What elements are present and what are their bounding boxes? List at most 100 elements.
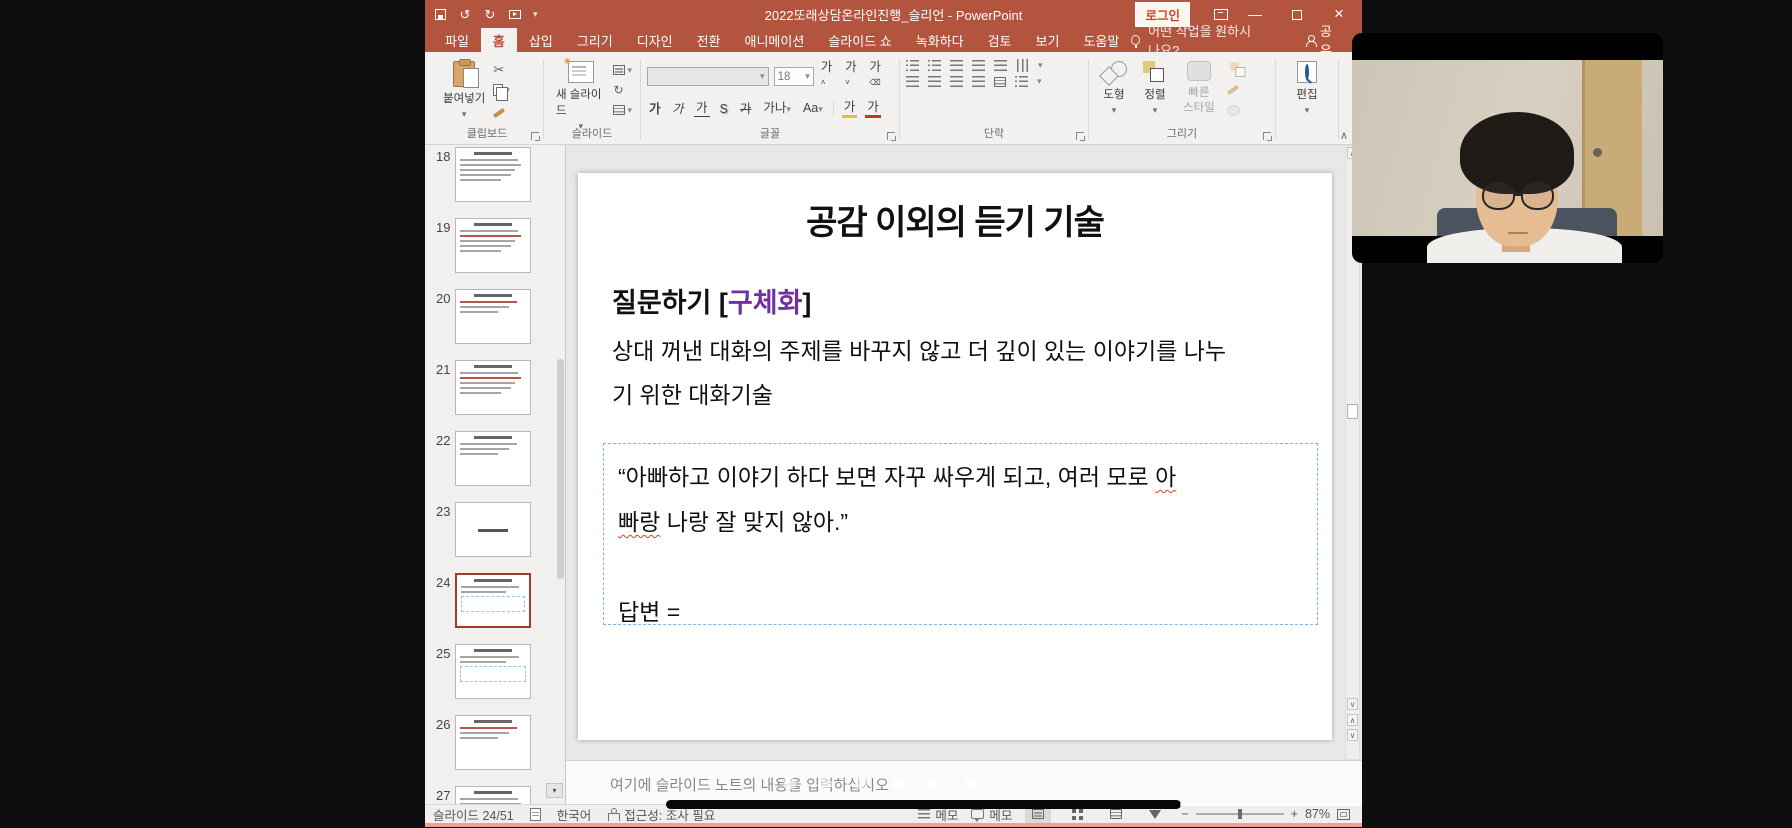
align-center-icon[interactable] [928, 76, 941, 87]
slide-heading[interactable]: 질문하기 [구체화] [612, 281, 811, 320]
tab-view[interactable]: 보기 [1024, 28, 1072, 52]
zoom-level[interactable]: 87% [1305, 807, 1330, 821]
italic-button[interactable]: 가 [669, 101, 689, 117]
spell-check-icon[interactable] [530, 808, 541, 821]
convert-smartart-icon[interactable] [1015, 76, 1028, 87]
paragraph-dialog-launcher[interactable] [1076, 132, 1084, 140]
shape-outline-button[interactable] [1227, 82, 1251, 98]
decrease-indent-icon[interactable] [950, 60, 963, 71]
quick-styles-button[interactable]: 빠른 스타일 [1177, 58, 1221, 122]
maximize-button[interactable] [1282, 6, 1312, 22]
numbering-icon[interactable] [928, 60, 941, 71]
scrollbar-thumb[interactable] [1347, 404, 1358, 419]
increase-indent-icon[interactable] [972, 60, 985, 71]
grow-font-button[interactable]: 가˄ [819, 59, 838, 94]
save-icon[interactable] [433, 7, 447, 21]
zoom-slider[interactable] [1196, 813, 1284, 815]
tell-me-search[interactable]: 어떤 작업을 원하시나요? [1131, 28, 1266, 52]
copy-button[interactable]: ▾ [493, 82, 510, 98]
editing-button[interactable]: 편집 ▾ [1290, 58, 1323, 119]
line-spacing-icon[interactable] [994, 60, 1007, 71]
notes-placeholder[interactable]: 여기에 슬라이드 노트의 내용을 입력하십시오 [610, 774, 889, 795]
section-button[interactable]: ▾ [613, 102, 632, 118]
video-progress-fill[interactable] [666, 800, 1181, 809]
text-direction-icon[interactable] [1017, 59, 1028, 72]
paste-button[interactable]: 붙여넣기 ▾ [437, 58, 491, 123]
highlight-color-button[interactable]: 가 [842, 99, 858, 118]
video-nav-dot[interactable] [819, 777, 832, 790]
character-spacing-button[interactable]: 가나▾ [761, 100, 793, 117]
text-shadow-button[interactable]: S [718, 101, 730, 117]
video-nav-dot[interactable] [891, 777, 904, 790]
webcam-overlay[interactable] [1352, 33, 1663, 263]
cut-button[interactable]: ✂ [493, 62, 510, 78]
slide-thumbnail-19[interactable] [455, 218, 531, 273]
zoom-in-button[interactable]: + [1291, 807, 1298, 821]
reset-button[interactable]: ↻ [613, 82, 632, 98]
tab-insert[interactable]: 삽입 [517, 28, 565, 52]
new-slide-button[interactable]: 새 슬라이드 ▾ [550, 58, 611, 135]
justify-icon[interactable] [972, 76, 985, 87]
language-label[interactable]: 한국어 [557, 805, 592, 824]
slide-thumbnail-24[interactable] [455, 573, 531, 628]
previous-slide-button[interactable]: ∧ [1347, 714, 1358, 726]
font-color-button[interactable]: 가 [865, 99, 881, 118]
tab-design[interactable]: 디자인 [625, 28, 685, 52]
undo-icon[interactable]: ↺ [458, 7, 472, 21]
tab-slideshow[interactable]: 슬라이드 쇼 [816, 28, 903, 52]
tab-draw[interactable]: 그리기 [565, 28, 625, 52]
underline-button[interactable]: 가 [694, 100, 710, 117]
align-left-icon[interactable] [906, 76, 919, 87]
ribbon-display-options-icon[interactable] [1214, 9, 1228, 20]
video-nav-dot[interactable] [783, 777, 796, 790]
scroll-down-button[interactable]: ∨ [1347, 698, 1358, 710]
zoom-slider-thumb[interactable] [1238, 809, 1242, 819]
slide-thumbnail-22[interactable] [455, 431, 531, 486]
slide-thumbnail-25[interactable] [455, 644, 531, 699]
drawing-dialog-launcher[interactable] [1263, 132, 1271, 140]
tab-animations[interactable]: 애니메이션 [733, 28, 817, 52]
slide-thumbnail-23[interactable] [455, 502, 531, 557]
shrink-font-button[interactable]: 가˅ [843, 59, 862, 94]
tab-record[interactable]: 녹화하다 [904, 28, 976, 52]
tab-help[interactable]: 도움말 [1071, 28, 1131, 52]
bullets-icon[interactable] [906, 60, 919, 71]
next-slide-button[interactable]: ∨ [1347, 729, 1358, 741]
bold-button[interactable]: 가 [647, 101, 663, 117]
format-painter-button[interactable] [493, 102, 510, 118]
slide-title[interactable]: 공감 이외의 듣기 기술 [578, 195, 1332, 244]
video-nav-dot[interactable] [963, 777, 976, 790]
video-progress-track[interactable] [1180, 803, 1362, 806]
tab-file[interactable]: 파일 [433, 28, 481, 52]
shapes-button[interactable]: 도형 ▾ [1095, 58, 1133, 122]
shape-fill-button[interactable] [1227, 62, 1251, 78]
collapse-ribbon-icon[interactable]: ∧ [1340, 129, 1348, 142]
slide-body-text[interactable]: 상대 꺼낸 대화의 주제를 바꾸지 않고 더 깊이 있는 이야기를 나누 기 위… [612, 329, 1312, 417]
collapse-thumbnails-button[interactable]: ▾ [546, 783, 563, 798]
strikethrough-button[interactable]: 가 [738, 101, 754, 117]
minimize-button[interactable]: — [1240, 6, 1270, 22]
slide-thumbnail-18[interactable] [455, 147, 531, 202]
customize-qat-icon[interactable]: ▾ [533, 9, 538, 20]
change-case-button[interactable]: Aa▾ [801, 100, 825, 117]
slide-24[interactable]: 공감 이외의 듣기 기술 질문하기 [구체화] 상대 꺼낸 대화의 주제를 바꾸… [578, 173, 1332, 740]
slide-thumbnail-20[interactable] [455, 289, 531, 344]
tab-transitions[interactable]: 전환 [685, 28, 733, 52]
font-name-combo[interactable]: ▾ [647, 67, 769, 86]
video-nav-dot[interactable] [927, 777, 940, 790]
tab-home[interactable]: 홈 [481, 28, 517, 52]
fit-slide-to-window-icon[interactable] [1337, 809, 1350, 820]
font-dialog-launcher[interactable] [887, 132, 895, 140]
video-nav-dot[interactable] [855, 777, 868, 790]
zoom-out-button[interactable]: − [1181, 807, 1188, 821]
slide-thumbnail-21[interactable] [455, 360, 531, 415]
quote-text-box[interactable]: “아빠하고 이야기 하다 보면 자꾸 싸우게 되고, 여러 모로 아 빠랑 나랑… [603, 443, 1318, 625]
layout-button[interactable]: ▾ [613, 62, 632, 78]
clear-formatting-button[interactable]: 가⌫ [867, 59, 893, 94]
clipboard-dialog-launcher[interactable] [531, 132, 539, 140]
slide-thumbnail-27[interactable] [455, 786, 531, 804]
columns-icon[interactable] [994, 77, 1006, 87]
tab-review[interactable]: 검토 [976, 28, 1024, 52]
font-size-combo[interactable]: 18▾ [774, 67, 814, 86]
align-right-icon[interactable] [950, 76, 963, 87]
